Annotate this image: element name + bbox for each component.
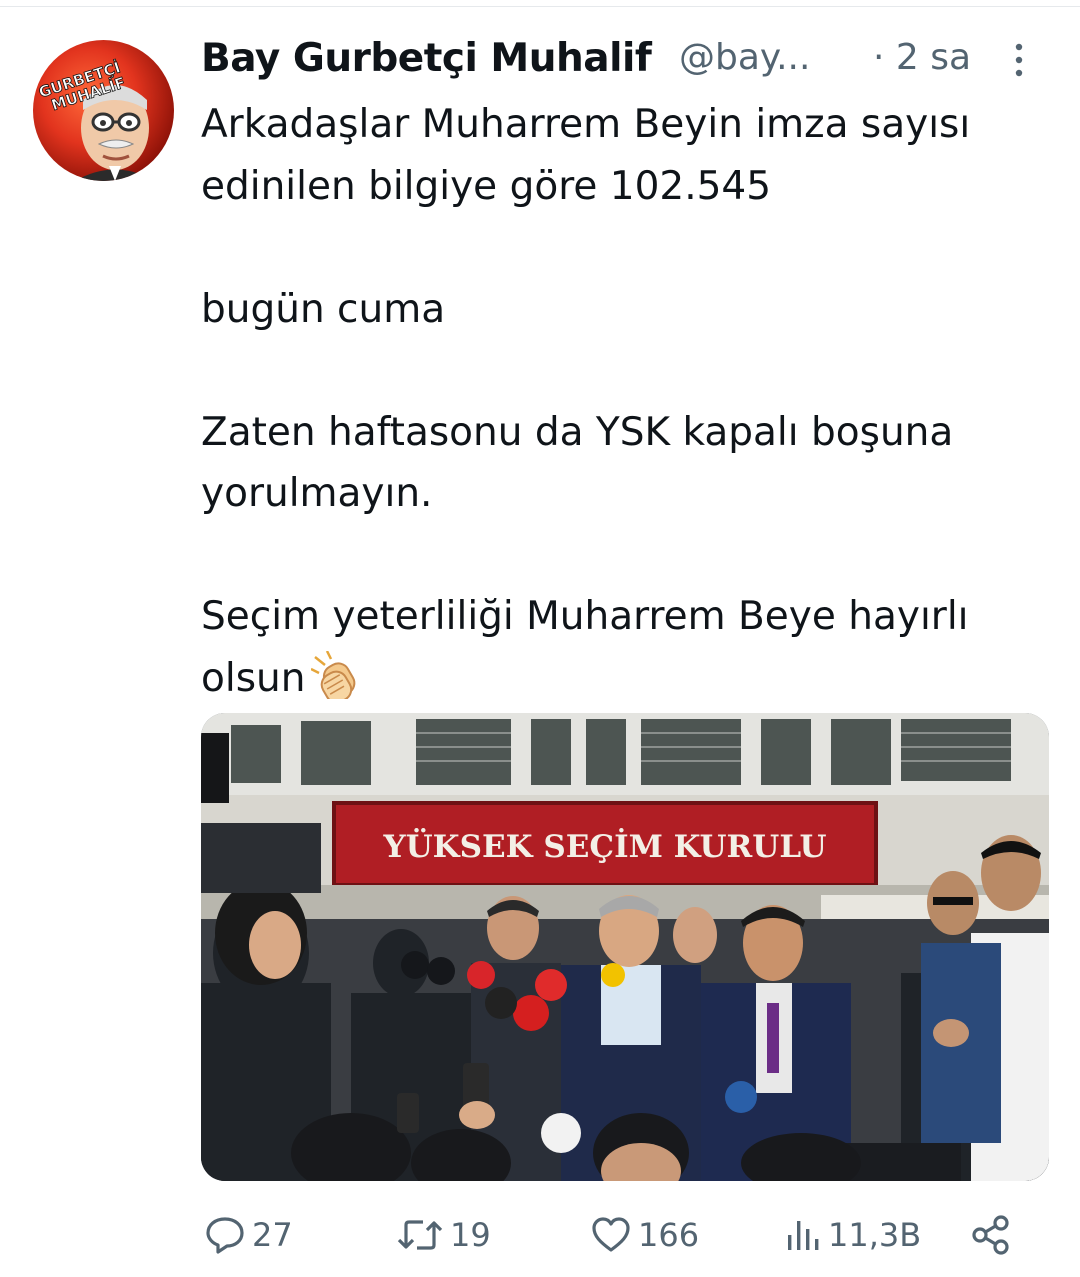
tweet-header: Bay Gurbetçi Muhalif @bay... · 2 sa bbox=[201, 36, 1061, 86]
tweet-line-4: Seçim yeterliliği Muharrem Beye hayırlı … bbox=[201, 586, 1051, 709]
tweet-line-2: bugün cuma bbox=[201, 286, 446, 332]
timestamp[interactable]: · 2 sa bbox=[873, 37, 971, 78]
tweet-line-3: Zaten haftasonu da YSK kapalı boşuna yor… bbox=[201, 409, 954, 517]
clapping-hands-emoji bbox=[311, 650, 356, 699]
tweet-line-1: Arkadaşlar Muharrem Beyin imza sayısı ed… bbox=[201, 102, 971, 209]
avatar-image: GURBETÇİ MUHALİF bbox=[36, 57, 155, 181]
sign-text: YÜKSEK SEÇİM KURULU bbox=[383, 826, 827, 865]
tweet-text: Arkadaşlar Muharrem Beyin imza sayısı ed… bbox=[201, 94, 1051, 709]
views-bar-chart-icon bbox=[788, 1221, 819, 1250]
retweet-icon bbox=[397, 1220, 443, 1250]
tweet-actions: 27 19 166 11,3B bbox=[0, 1205, 1080, 1265]
heart-icon bbox=[592, 1217, 630, 1252]
retweet-button[interactable]: 19 bbox=[396, 1205, 491, 1265]
reply-button[interactable]: 27 bbox=[204, 1205, 293, 1265]
display-name[interactable]: Bay Gurbetçi Muhalif bbox=[201, 36, 652, 81]
handle[interactable]: @bay... bbox=[679, 37, 810, 78]
like-button[interactable]: 166 bbox=[590, 1205, 699, 1265]
share-icon bbox=[972, 1215, 1009, 1255]
tweet-media[interactable]: YÜKSEK SEÇİM KURULU bbox=[201, 713, 1049, 1181]
like-count: 166 bbox=[638, 1216, 700, 1254]
top-divider bbox=[0, 6, 1080, 7]
views-button[interactable]: 11,3B bbox=[784, 1205, 921, 1265]
more-vertical-icon[interactable] bbox=[1009, 42, 1029, 78]
media-photo: YÜKSEK SEÇİM KURULU bbox=[201, 713, 1049, 1181]
avatar[interactable]: GURBETÇİ MUHALİF bbox=[33, 40, 174, 181]
views-count: 11,3B bbox=[828, 1216, 922, 1254]
reply-count: 27 bbox=[252, 1216, 293, 1254]
reply-bubble-icon bbox=[206, 1217, 244, 1254]
retweet-count: 19 bbox=[450, 1216, 491, 1254]
share-button[interactable] bbox=[970, 1205, 1012, 1265]
